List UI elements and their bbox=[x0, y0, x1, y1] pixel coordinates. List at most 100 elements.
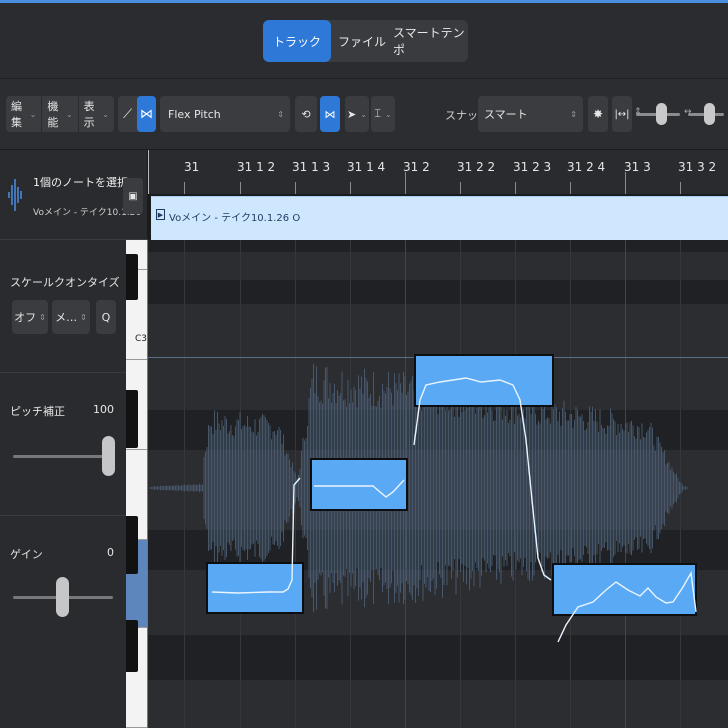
ruler-tick bbox=[184, 182, 185, 194]
chevron-updown-icon: ⇕ bbox=[277, 109, 284, 119]
ruler-label: 31 2 3 bbox=[513, 160, 552, 174]
vertical-zoom-icon: ⇕ bbox=[634, 107, 642, 117]
chevron-updown-icon: ⇕ bbox=[80, 312, 87, 322]
menu-group: 編集 ⌄ 機能 ⌄ 表示 ⌄ bbox=[6, 96, 114, 132]
ruler-tick bbox=[148, 150, 149, 194]
c3-key-label: C3 bbox=[135, 334, 148, 344]
ruler-tick bbox=[350, 182, 351, 194]
black-key[interactable] bbox=[126, 254, 138, 300]
flex-toggle-button[interactable]: ⋈ bbox=[320, 96, 340, 132]
inspector-header: 1個のノートを選択 Voメイン - テイク10.1.26 ▣ bbox=[0, 150, 148, 240]
fit-button[interactable]: |↔| bbox=[612, 96, 632, 132]
chevron-down-icon: ⌄ bbox=[102, 109, 109, 119]
app-window: トラック ファイル スマートテンポ 編集 ⌄ 機能 ⌄ 表示 ⌄ ⟋ ⋈ Flex P… bbox=[0, 0, 728, 728]
flex-mode-value: Flex Pitch bbox=[168, 107, 221, 121]
edit-menu-label: 編集 bbox=[11, 100, 22, 129]
horizontal-zoom-knob[interactable] bbox=[704, 103, 715, 125]
piano-keyboard bbox=[126, 240, 148, 728]
edit-menu[interactable]: 編集 ⌄ bbox=[6, 96, 41, 132]
key-select[interactable]: オフ ⇕ bbox=[12, 300, 48, 334]
ruler-label: 31 1 4 bbox=[347, 160, 386, 174]
audio-waveform-icon bbox=[7, 175, 23, 215]
region-header[interactable]: ▶ Voメイン - テイク10.1.26 O bbox=[151, 196, 728, 240]
flex-toggle-icon: ⋈ bbox=[324, 107, 336, 121]
command-click-tool-button[interactable]: ⌶ ⌄ bbox=[371, 96, 395, 132]
black-key[interactable] bbox=[126, 620, 138, 672]
pencil-tool-icon[interactable]: ⟋ bbox=[118, 96, 137, 132]
view-menu-label: 表示 bbox=[83, 100, 95, 129]
pitch-correction-slider[interactable] bbox=[13, 436, 115, 476]
tab-track[interactable]: トラック bbox=[263, 20, 331, 62]
flex-tool-icon[interactable]: ⋈ bbox=[137, 96, 156, 132]
vertical-zoom-knob[interactable] bbox=[656, 103, 667, 125]
key-value: オフ bbox=[14, 311, 37, 324]
pitch-correction-title: ピッチ補正 bbox=[10, 405, 65, 418]
chevron-updown-icon: ⇕ bbox=[39, 312, 46, 322]
flex-reset-button[interactable]: ⟲ bbox=[295, 96, 317, 132]
chevron-updown-icon: ⇕ bbox=[570, 109, 577, 119]
ruler-tick bbox=[460, 182, 461, 194]
horizontal-zoom-slider[interactable]: ↔ bbox=[684, 103, 724, 125]
ruler-label: 31 2 2 bbox=[457, 160, 496, 174]
fit-width-icon: |↔| bbox=[614, 108, 630, 120]
chevron-down-icon: ⌄ bbox=[29, 109, 37, 119]
region-loop-glyph: O bbox=[292, 213, 301, 224]
pitch-curve bbox=[211, 377, 697, 643]
waveform-icon: ✸ bbox=[592, 107, 604, 121]
flex-reset-icon: ⟲ bbox=[301, 107, 311, 121]
scale-value: メ… bbox=[55, 311, 78, 324]
scale-quantize-section: スケールクオンタイズ オフ ⇕ メ… ⇕ Q bbox=[0, 240, 126, 373]
chevron-down-icon: ⌄ bbox=[360, 109, 367, 119]
selection-count: 1個のノートを選択 bbox=[33, 176, 128, 189]
gain-knob[interactable] bbox=[56, 577, 69, 617]
tab-smart-tempo[interactable]: スマートテンポ bbox=[393, 20, 468, 62]
scale-quantize-title: スケールクオンタイズ bbox=[10, 276, 120, 289]
flex-mode-select[interactable]: Flex Pitch ⇕ bbox=[160, 96, 290, 132]
vertical-zoom-slider[interactable]: ⇕ bbox=[634, 103, 680, 125]
scale-select[interactable]: メ… ⇕ bbox=[52, 300, 90, 334]
gain-slider[interactable] bbox=[13, 577, 113, 617]
tool-group: ⟋ ⋈ bbox=[118, 96, 156, 132]
pointer-icon: ➤ bbox=[347, 107, 357, 121]
gain-title: ゲイン bbox=[10, 548, 43, 561]
quantize-button[interactable]: Q bbox=[96, 300, 116, 334]
view-segmented-control: トラック ファイル スマートテンポ bbox=[263, 20, 468, 62]
inspector-toggle-button[interactable]: ▣ bbox=[123, 178, 143, 214]
ruler-label: 31 bbox=[184, 160, 200, 174]
gain-section: ゲイン 0 bbox=[0, 516, 126, 728]
region-play-icon[interactable]: ▶ bbox=[156, 209, 165, 220]
marquee-icon: ⌶ bbox=[374, 107, 381, 120]
region-header-label: Voメイン - テイク10.1.26 O bbox=[169, 209, 300, 224]
black-key[interactable] bbox=[126, 390, 138, 448]
ruler-tick bbox=[240, 182, 241, 194]
pitch-correction-value: 100 bbox=[93, 403, 114, 416]
ruler-tick bbox=[405, 172, 406, 194]
tab-file[interactable]: ファイル bbox=[331, 20, 393, 62]
panel-icon: ▣ bbox=[128, 190, 138, 202]
waveform-zoom-button[interactable]: ✸ bbox=[588, 96, 608, 132]
ruler-label: 31 1 3 bbox=[292, 160, 331, 174]
chevron-down-icon: ⌄ bbox=[384, 109, 392, 119]
view-menu[interactable]: 表示 ⌄ bbox=[77, 96, 114, 132]
ruler-label: 31 2 bbox=[403, 160, 430, 174]
snap-select[interactable]: スマート ⇕ bbox=[478, 96, 583, 132]
ruler-tick bbox=[570, 182, 571, 194]
black-key[interactable] bbox=[126, 516, 138, 574]
ruler-label: 31 1 2 bbox=[237, 160, 276, 174]
ruler-tick bbox=[625, 172, 626, 194]
pitch-correction-section: ピッチ補正 100 bbox=[0, 373, 126, 516]
region-header-name: Voメイン - テイク10.1.26 bbox=[169, 213, 290, 224]
header-bar: トラック ファイル スマートテンポ bbox=[0, 0, 728, 78]
functions-menu[interactable]: 機能 ⌄ bbox=[41, 96, 77, 132]
ruler-tick bbox=[515, 182, 516, 194]
timeline-ruler[interactable]: 31 31 1 2 31 1 3 31 1 4 31 2 31 2 2 31 2… bbox=[148, 150, 728, 195]
ruler-label: 31 3 2 bbox=[678, 160, 717, 174]
horizontal-zoom-icon: ↔ bbox=[684, 107, 692, 117]
pitch-editor[interactable] bbox=[148, 240, 728, 728]
pitch-correction-knob[interactable] bbox=[102, 436, 115, 476]
chevron-down-icon: ⌄ bbox=[65, 109, 73, 119]
ruler-tick bbox=[680, 182, 681, 194]
snap-value: スマート bbox=[484, 108, 528, 121]
ruler-label: 31 3 bbox=[624, 160, 651, 174]
left-click-tool-button[interactable]: ➤ ⌄ bbox=[345, 96, 369, 132]
